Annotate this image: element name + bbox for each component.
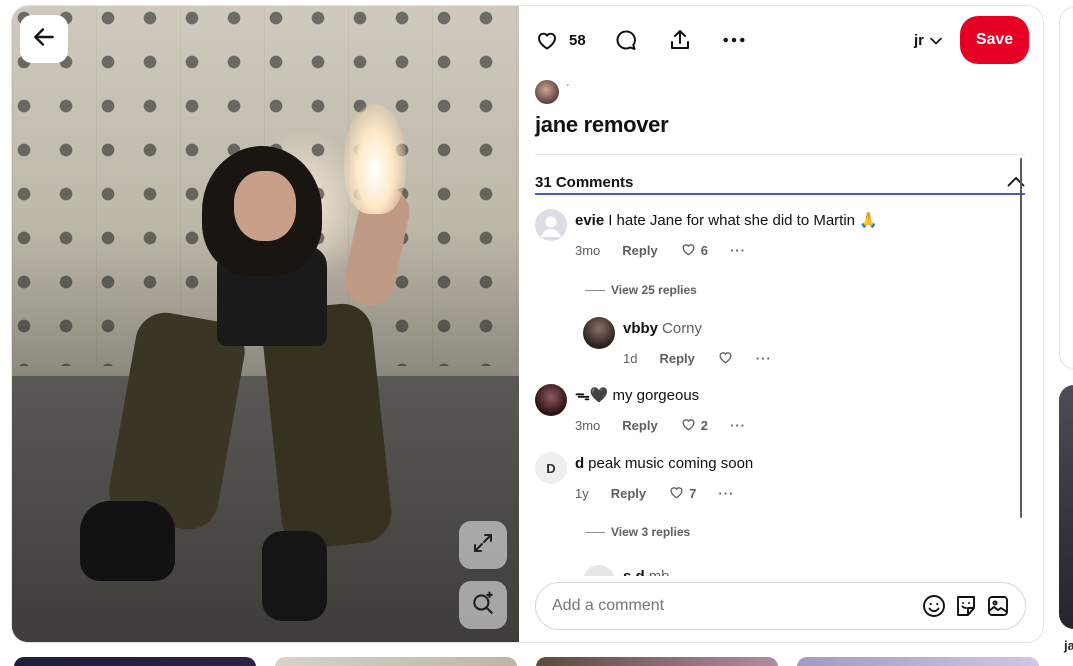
comment-time: 1y [575,486,589,501]
more-options-icon[interactable]: ··· [730,418,746,433]
comment-content: Corny [662,320,703,337]
chevron-down-icon [930,32,942,49]
figure-face [234,171,296,241]
reply-button[interactable]: Reply [622,243,657,258]
chevron-up-icon[interactable] [1007,174,1025,192]
comment-time: 1d [623,351,638,366]
image-upload-icon[interactable] [985,593,1011,619]
comment-input[interactable] [552,597,915,615]
pin-card: 58 jr Save · jane remover 31 Comments ev… [12,6,1043,642]
comment-like-button[interactable] [717,349,734,368]
comment-icon[interactable] [614,28,638,52]
heart-icon [717,349,734,368]
heart-icon [680,416,697,435]
adjacent-pin-label: ja [1064,638,1073,653]
reply-button[interactable]: Reply [611,486,646,501]
avatar[interactable] [535,384,567,416]
comment-text: d peak music coming soon [575,454,753,474]
divider [535,154,1025,155]
comment-content: I hate Jane for what she did to Martin 🙏 [608,212,878,229]
pin-closeup-page: 58 jr Save · jane remover 31 Comments ev… [0,0,1073,666]
board-name: jr [913,31,924,49]
comment-text: evie I hate Jane for what she did to Mart… [575,211,878,231]
heart-icon[interactable] [535,28,559,52]
comment-author[interactable]: d [575,455,584,472]
comment-meta: 1d Reply ··· [623,349,772,368]
comment-text: vbby Corny [623,319,702,339]
comment-time: 3mo [575,418,601,433]
comment-like-button[interactable]: 7 [668,484,696,503]
comment-like-count: 7 [689,486,697,501]
arrow-left-icon [31,24,57,55]
feed-pin-thumbnail[interactable] [275,657,517,666]
more-options-icon[interactable]: ··· [756,351,772,366]
pin-details-panel: 58 jr Save · jane remover 31 Comments ev… [519,6,1043,642]
expand-button[interactable] [459,521,507,569]
comment-content: peak music coming soon [588,455,754,472]
comment-author[interactable]: s d [623,568,645,576]
pin-owner-name[interactable]: · [566,79,570,91]
view-replies-button[interactable]: View 25 replies [585,283,697,297]
reply-button[interactable]: Reply [659,351,694,366]
comment-content: mb [649,568,670,576]
share-icon[interactable] [668,28,692,52]
boot-right [262,531,327,621]
pin-title: jane remover [535,112,669,137]
comment-author[interactable]: evie [575,212,604,229]
comment-like-button[interactable]: 2 [680,416,708,435]
save-button[interactable]: Save [960,16,1029,64]
flame [344,104,406,214]
comment-like-count: 2 [700,418,708,433]
reply-button[interactable]: Reply [622,418,657,433]
feed-pin-thumbnail[interactable] [797,657,1039,666]
pin-image[interactable] [12,6,519,642]
view-replies-button[interactable]: View 3 replies [585,525,690,539]
more-options-icon[interactable]: ··· [730,243,746,258]
comment-composer [535,582,1026,630]
comment-time: 3mo [575,243,601,258]
adjacent-pin-image[interactable] [1059,385,1073,629]
heart-icon [680,241,697,260]
comment-meta: 1y Reply 7 ··· [575,484,734,503]
back-button[interactable] [20,15,68,63]
divider [585,531,605,533]
comments-header[interactable]: 31 Comments [535,172,1025,195]
lens-search-icon [470,590,496,621]
visual-search-button[interactable] [459,581,507,629]
comment-text: ᯓ🖤 my gorgeous [575,386,699,406]
comments-count: 31 Comments [535,174,634,191]
sticker-icon[interactable] [953,593,979,619]
comments-scrollbar[interactable] [1020,158,1022,518]
boot-left [80,501,175,581]
feed-pin-thumbnail[interactable] [14,657,256,666]
expand-icon [471,531,495,560]
like-count: 58 [569,31,586,49]
more-options-icon[interactable] [722,28,746,52]
comment-like-count: 6 [700,243,708,258]
pin-toolbar: 58 jr Save [535,16,1029,64]
view-replies-label: View 25 replies [611,283,697,297]
emoji-icon[interactable] [921,593,947,619]
heart-icon [668,484,685,503]
comment-content: my gorgeous [612,387,700,404]
comment-text: s d mb [623,567,670,576]
feed-pin-thumbnail[interactable] [536,657,778,666]
divider [585,289,605,291]
comment-author[interactable]: vbby [623,320,658,337]
comments-list: evie I hate Jane for what she did to Mart… [535,206,1015,576]
pin-owner-avatar[interactable] [535,80,559,104]
comment-meta: 3mo Reply 6 ··· [575,241,746,260]
comment-author[interactable]: ᯓ🖤 [575,387,608,404]
comment-meta: 3mo Reply 2 ··· [575,416,746,435]
avatar[interactable]: D [535,452,567,484]
board-picker[interactable]: jr [914,32,942,49]
more-options-icon[interactable]: ··· [718,486,734,501]
adjacent-pin-card[interactable] [1059,7,1073,369]
comment-like-button[interactable]: 6 [680,241,708,260]
view-replies-label: View 3 replies [611,525,691,539]
avatar[interactable] [583,565,615,576]
avatar[interactable] [583,317,615,349]
avatar[interactable] [535,209,567,241]
